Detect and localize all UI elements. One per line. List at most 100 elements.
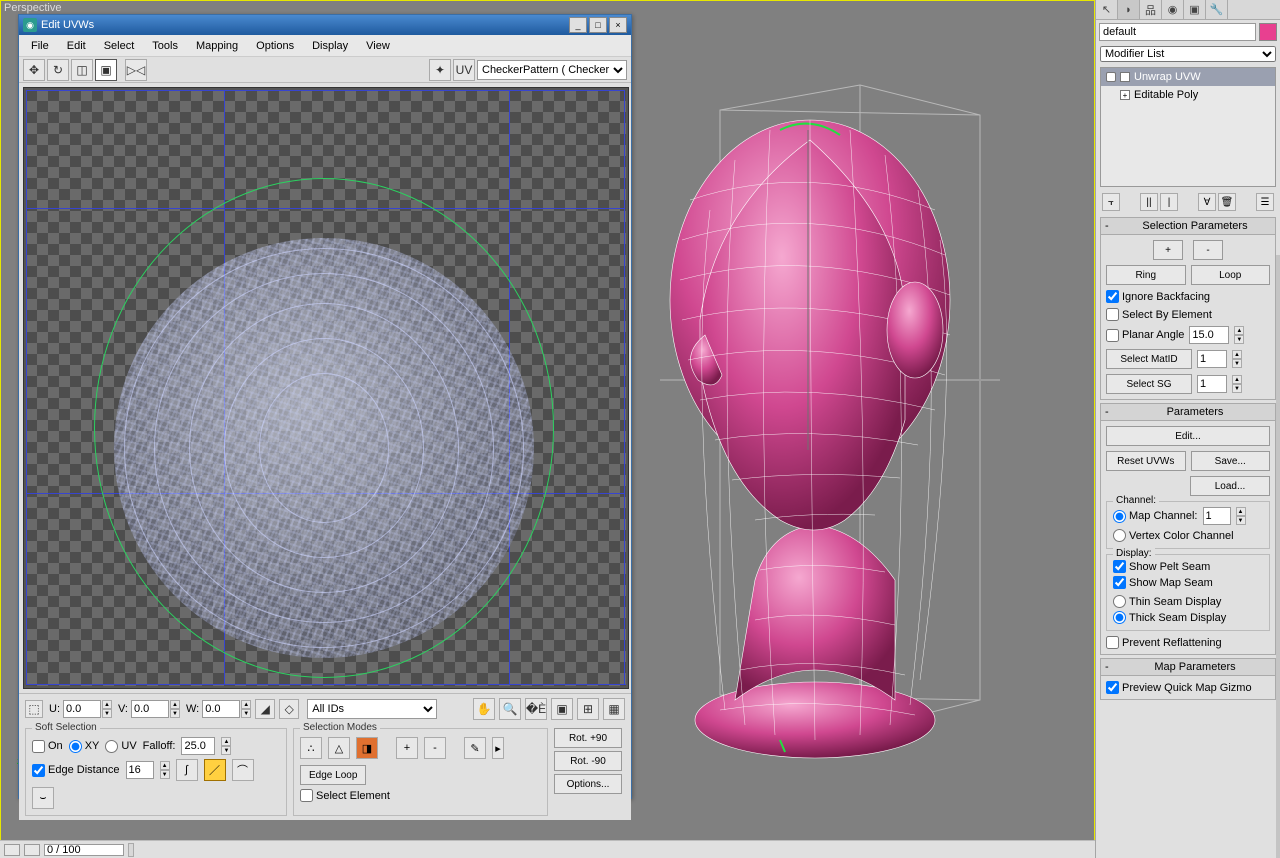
falloff-spinner[interactable]: ▲▼ [221, 737, 231, 755]
show-pelt-seam-checkbox[interactable]: Show Pelt Seam [1113, 560, 1263, 573]
show-map-icon[interactable]: ✦ [429, 59, 451, 81]
preview-gizmo-checkbox[interactable]: Preview Quick Map Gizmo [1106, 681, 1270, 694]
bulb-icon[interactable] [1106, 72, 1116, 82]
menu-display[interactable]: Display [304, 38, 356, 54]
modifier-list-dropdown[interactable]: Modifier List [1100, 46, 1276, 62]
menu-tools[interactable]: Tools [144, 38, 186, 54]
panel-scrollbar[interactable] [1276, 255, 1280, 858]
show-end-result-icon[interactable]: || [1140, 193, 1158, 211]
sg-spinner[interactable]: ▲▼ [1232, 375, 1242, 393]
select-matid-button[interactable]: Select MatID [1106, 349, 1192, 369]
configure-sets-icon[interactable]: ☰ [1256, 193, 1274, 211]
options-icon[interactable]: ▦ [603, 698, 625, 720]
ignore-backfacing-checkbox[interactable]: Ignore Backfacing [1106, 290, 1270, 303]
edge-distance-input[interactable] [126, 761, 154, 779]
soft-on-checkbox[interactable]: On [32, 740, 63, 753]
remove-mod-icon[interactable]: 🗑 [1218, 193, 1236, 211]
close-button[interactable]: × [609, 17, 627, 33]
expand-icon[interactable]: + [1120, 90, 1130, 100]
select-by-element-checkbox[interactable]: Select By Element [1106, 308, 1270, 321]
v-input[interactable] [131, 700, 169, 718]
select-sg-button[interactable]: Select SG [1106, 374, 1192, 394]
pan-icon[interactable]: ✋ [473, 698, 495, 720]
show-end-result2-icon[interactable]: | [1160, 193, 1178, 211]
menu-mapping[interactable]: Mapping [188, 38, 246, 54]
timeline-grip[interactable] [128, 843, 134, 857]
object-color-swatch[interactable] [1259, 23, 1277, 41]
falloff-input[interactable] [181, 737, 215, 755]
rollout-selection-parameters[interactable]: - Selection Parameters [1100, 217, 1276, 235]
falloff-shape-2-icon[interactable]: ／ [204, 759, 226, 781]
maximize-button[interactable]: □ [589, 17, 607, 33]
vertex-color-channel-radio[interactable]: Vertex Color Channel [1113, 529, 1263, 542]
edit-button[interactable]: Edit... [1106, 426, 1270, 446]
snap-icon[interactable]: ⊞ [577, 698, 599, 720]
edge-distance-spinner[interactable]: ▲▼ [160, 761, 170, 779]
sg-input[interactable] [1197, 375, 1227, 393]
rot-minus90-button[interactable]: Rot. -90 [554, 751, 622, 771]
reset-uvws-button[interactable]: Reset UVWs [1106, 451, 1186, 471]
scale-icon[interactable]: ◫ [71, 59, 93, 81]
grow-icon[interactable]: + [396, 737, 418, 759]
make-unique-icon[interactable]: ∀ [1198, 193, 1216, 211]
loop-button[interactable]: Loop [1191, 265, 1271, 285]
expand-sel-button[interactable]: + [1153, 240, 1183, 260]
thin-seam-radio[interactable]: Thin Seam Display [1113, 595, 1263, 608]
soft-xy-radio[interactable]: XY [69, 740, 100, 753]
rollout-map-parameters[interactable]: - Map Parameters [1100, 658, 1276, 676]
edge-loop-button[interactable]: Edge Loop [300, 765, 366, 785]
map-channel-spinner[interactable]: ▲▼ [1236, 507, 1246, 525]
brush-icon[interactable]: ◢ [255, 699, 275, 719]
shrink-sel-button[interactable]: - [1193, 240, 1223, 260]
paint-select-icon[interactable]: ✎ [464, 737, 486, 759]
options-button[interactable]: Options... [554, 774, 622, 794]
frame-indicator[interactable]: 0 / 100 [44, 844, 124, 856]
stack-item-editable-poly[interactable]: + Editable Poly [1101, 86, 1275, 104]
ring-button[interactable]: Ring [1106, 265, 1186, 285]
display-tab-icon[interactable]: ▣ [1184, 0, 1206, 19]
select-element-checkbox[interactable]: Select Element [300, 789, 390, 802]
falloff-shape-3-icon[interactable]: ⌒ [232, 759, 254, 781]
motion-tab-icon[interactable]: ◉ [1162, 0, 1184, 19]
uv-canvas[interactable] [23, 87, 629, 689]
modify-tab-icon[interactable]: ◗ [1118, 0, 1140, 19]
soft-uv-radio[interactable]: UV [105, 740, 136, 753]
planar-angle-checkbox[interactable]: Planar Angle [1106, 329, 1184, 342]
planar-angle-input[interactable] [1189, 326, 1229, 344]
freeform-icon[interactable]: ▣ [95, 59, 117, 81]
save-button[interactable]: Save... [1191, 451, 1271, 471]
map-dropdown[interactable]: CheckerPattern ( Checker ) [477, 60, 627, 80]
edge-mode-icon[interactable]: △ [328, 737, 350, 759]
u-spinner[interactable]: ▲▼ [102, 700, 112, 718]
falloff-shape-1-icon[interactable]: ∫ [176, 759, 198, 781]
uv-toggle-icon[interactable]: UV [453, 59, 475, 81]
paint-options-icon[interactable]: ▸ [492, 737, 504, 759]
prevent-reflattening-checkbox[interactable]: Prevent Reflattening [1106, 636, 1270, 649]
object-name-input[interactable] [1099, 23, 1256, 41]
v-spinner[interactable]: ▲▼ [170, 700, 180, 718]
menu-select[interactable]: Select [96, 38, 143, 54]
load-button[interactable]: Load... [1190, 476, 1270, 496]
create-tab-icon[interactable]: ↖ [1096, 0, 1118, 19]
menu-file[interactable]: File [23, 38, 57, 54]
edge-distance-checkbox[interactable]: Edge Distance [32, 764, 120, 777]
pin-stack-icon[interactable]: ⫟ [1102, 193, 1120, 211]
zoom-region-icon[interactable]: �È [525, 698, 547, 720]
rot-plus90-button[interactable]: Rot. +90 [554, 728, 622, 748]
viewport-3d-object[interactable] [660, 80, 1000, 780]
menu-options[interactable]: Options [248, 38, 302, 54]
lock-icon[interactable]: ⬚ [25, 700, 43, 718]
minimize-button[interactable]: _ [569, 17, 587, 33]
planar-angle-spinner[interactable]: ▲▼ [1234, 326, 1244, 344]
falloff-shape-4-icon[interactable]: ⌣ [32, 787, 54, 809]
vertex-mode-icon[interactable]: ∴ [300, 737, 322, 759]
hierarchy-tab-icon[interactable]: 品 [1140, 0, 1162, 19]
rotate-icon[interactable]: ↻ [47, 59, 69, 81]
uvw-titlebar[interactable]: ◉ Edit UVWs _ □ × [19, 15, 631, 35]
zoom-icon[interactable]: 🔍 [499, 698, 521, 720]
relax-icon[interactable]: ◇ [279, 699, 299, 719]
u-input[interactable] [63, 700, 101, 718]
move-icon[interactable]: ✥ [23, 59, 45, 81]
thick-seam-radio[interactable]: Thick Seam Display [1113, 611, 1263, 624]
w-input[interactable] [202, 700, 240, 718]
